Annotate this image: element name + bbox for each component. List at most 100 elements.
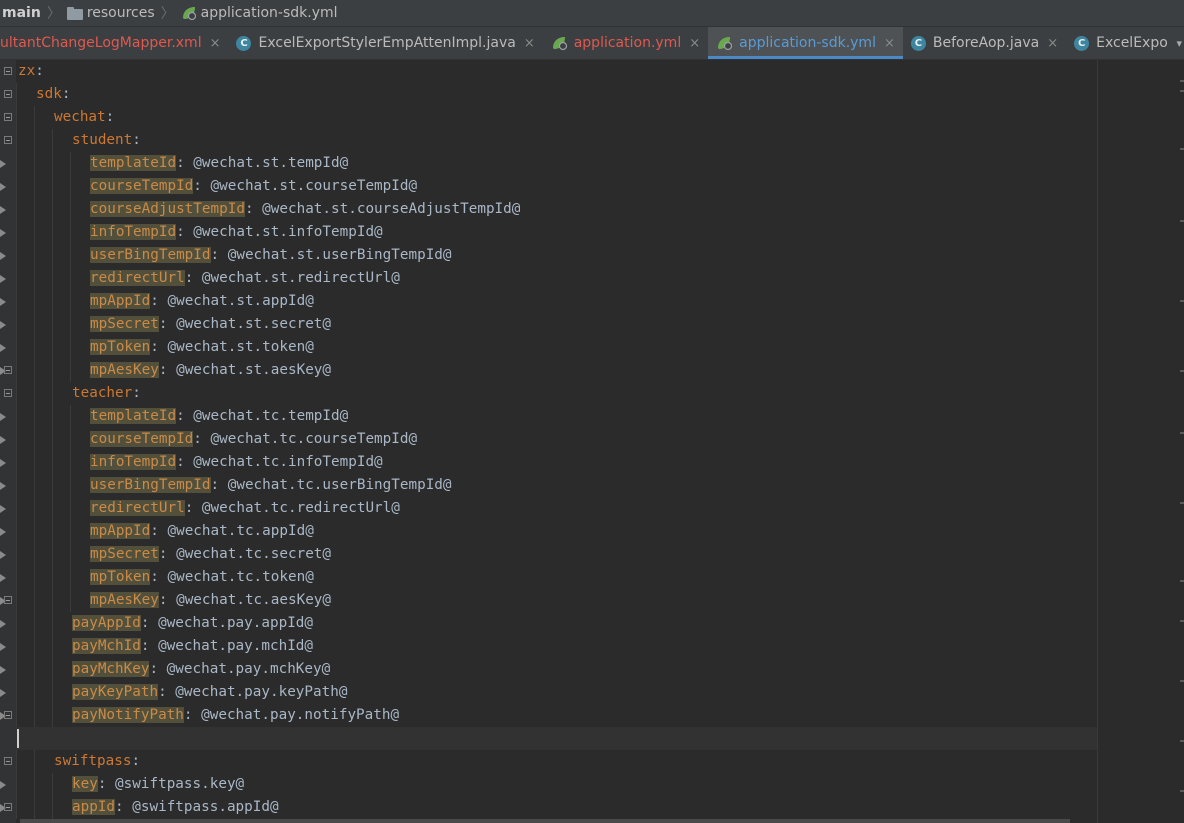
yaml-key: payMchId <box>72 638 141 654</box>
code-line[interactable]: templateId: @wechat.tc.tempId@ <box>0 405 1180 428</box>
tab-overflow-icon[interactable]: ▾ <box>1174 27 1182 59</box>
code-line[interactable]: mpAesKey: @wechat.st.aesKey@ <box>0 359 1180 382</box>
yaml-key: wechat <box>54 109 106 125</box>
code-line[interactable]: payMchId: @wechat.pay.mchId@ <box>0 635 1180 658</box>
yaml-value: @wechat.st.token@ <box>158 339 314 355</box>
code-line[interactable]: teacher: <box>0 382 1180 405</box>
spring-leaf-icon <box>718 37 733 51</box>
code-line[interactable]: payMchKey: @wechat.pay.mchKey@ <box>0 658 1180 681</box>
code-line[interactable]: mpAppId: @wechat.tc.appId@ <box>0 520 1180 543</box>
close-icon[interactable]: × <box>884 36 895 51</box>
yaml-value: @wechat.pay.mchId@ <box>149 638 314 654</box>
tab-0[interactable]: ultantChangeLogMapper.xml × <box>0 27 228 59</box>
scrollbar-marks[interactable] <box>1180 60 1184 823</box>
code-line[interactable] <box>0 727 1180 750</box>
tab-label: application-sdk.yml <box>739 35 876 51</box>
code-line[interactable]: mpAppId: @wechat.st.appId@ <box>0 290 1180 313</box>
yaml-key: mpSecret <box>90 546 159 562</box>
yaml-key: userBingTempId <box>90 247 211 263</box>
code-line[interactable]: templateId: @wechat.st.tempId@ <box>0 152 1180 175</box>
breadcrumb: main 〉 resources 〉 application-sdk.yml <box>0 0 1184 27</box>
scrollbar-mark <box>1180 80 1184 82</box>
yaml-key: mpAesKey <box>90 362 159 378</box>
yaml-key: mpSecret <box>90 316 159 332</box>
code-editor[interactable]: zx: sdk: wechat: student: templateId: @wecha… <box>0 60 1184 823</box>
code-line[interactable]: key: @swiftpass.key@ <box>0 773 1180 796</box>
code-line[interactable]: swiftpass: <box>0 750 1180 773</box>
tab-1[interactable]: C ExcelExportStylerEmpAttenImpl.java × <box>228 27 542 59</box>
code-line[interactable]: sdk: <box>0 83 1180 106</box>
breadcrumb-label-main: main <box>2 5 41 21</box>
class-icon: C <box>236 35 252 51</box>
code-line[interactable]: payKeyPath: @wechat.pay.keyPath@ <box>0 681 1180 704</box>
tab-label: ExcelExportStylerEmpAttenImpl.java <box>258 35 516 51</box>
tab-label: application.yml <box>573 35 682 51</box>
yaml-key: payMchKey <box>72 661 150 677</box>
chevron-right-icon: 〉 <box>160 6 175 22</box>
yaml-value: @wechat.st.userBingTempId@ <box>219 247 452 263</box>
yaml-value: @wechat.st.secret@ <box>167 316 332 332</box>
code-line[interactable]: userBingTempId: @wechat.st.userBingTempI… <box>0 244 1180 267</box>
yaml-value: @wechat.st.tempId@ <box>184 155 349 171</box>
breadcrumb-item-file[interactable]: application-sdk.yml <box>181 0 338 26</box>
close-icon[interactable]: × <box>1047 36 1058 51</box>
scrollbar-mark <box>1180 90 1184 92</box>
yaml-value: @wechat.st.redirectUrl@ <box>193 270 400 286</box>
code-line[interactable]: courseTempId: @wechat.tc.courseTempId@ <box>0 428 1180 451</box>
yaml-key: payKeyPath <box>72 684 159 700</box>
tab-label: ultantChangeLogMapper.xml <box>0 35 202 51</box>
code-line[interactable]: redirectUrl: @wechat.st.redirectUrl@ <box>0 267 1180 290</box>
yaml-key: mpToken <box>90 339 151 355</box>
yaml-key: appId <box>72 799 116 815</box>
code-line[interactable]: mpToken: @wechat.tc.token@ <box>0 566 1180 589</box>
horizontal-scrollbar[interactable] <box>20 819 1070 823</box>
code-line[interactable]: infoTempId: @wechat.st.infoTempId@ <box>0 221 1180 244</box>
yaml-value: @wechat.pay.keyPath@ <box>166 684 348 700</box>
yaml-key: zx <box>18 63 36 79</box>
yaml-key: student <box>72 132 133 148</box>
close-icon[interactable]: × <box>524 36 535 51</box>
yaml-value: @wechat.st.courseTempId@ <box>201 178 418 194</box>
code-line[interactable]: mpAesKey: @wechat.tc.aesKey@ <box>0 589 1180 612</box>
yaml-value: @wechat.tc.aesKey@ <box>167 592 332 608</box>
close-icon[interactable]: × <box>689 36 700 51</box>
code-line[interactable]: courseTempId: @wechat.st.courseTempId@ <box>0 175 1180 198</box>
code-line[interactable]: infoTempId: @wechat.tc.infoTempId@ <box>0 451 1180 474</box>
code-line[interactable]: mpSecret: @wechat.tc.secret@ <box>0 543 1180 566</box>
yaml-value: @wechat.st.infoTempId@ <box>184 224 383 240</box>
code-line[interactable]: payAppId: @wechat.pay.appId@ <box>0 612 1180 635</box>
scrollbar-mark <box>1180 148 1184 150</box>
scrollbar-mark <box>1180 300 1184 302</box>
yaml-key: courseTempId <box>90 431 194 447</box>
class-icon: C <box>910 35 926 51</box>
code-line[interactable]: userBingTempId: @wechat.tc.userBingTempI… <box>0 474 1180 497</box>
chevron-right-icon: 〉 <box>46 6 61 22</box>
yaml-key: key <box>72 776 98 792</box>
yaml-key: payNotifyPath <box>72 707 184 723</box>
tab-2[interactable]: application.yml × <box>543 27 708 59</box>
yaml-value: @wechat.tc.infoTempId@ <box>184 454 383 470</box>
scrollbar-mark <box>1180 680 1184 682</box>
yaml-value: @wechat.tc.token@ <box>158 569 314 585</box>
code-line[interactable]: appId: @swiftpass.appId@ <box>0 796 1180 819</box>
code-line[interactable]: student: <box>0 129 1180 152</box>
text-caret <box>17 729 19 748</box>
code-line[interactable]: wechat: <box>0 106 1180 129</box>
breadcrumb-item-main[interactable]: main <box>0 0 41 26</box>
yaml-key: mpAppId <box>90 293 151 309</box>
tab-3[interactable]: application-sdk.yml × <box>708 27 903 59</box>
code-line[interactable]: mpSecret: @wechat.st.secret@ <box>0 313 1180 336</box>
tab-5[interactable]: C ExcelExpo <box>1066 27 1176 59</box>
code-line[interactable]: zx: <box>0 60 1180 83</box>
code-line[interactable]: courseAdjustTempId: @wechat.st.courseAdj… <box>0 198 1180 221</box>
scrollbar-mark <box>1180 220 1184 222</box>
code-line[interactable]: payNotifyPath: @wechat.pay.notifyPath@ <box>0 704 1180 727</box>
close-icon[interactable]: × <box>210 36 221 51</box>
breadcrumb-item-resources[interactable]: resources <box>66 0 155 26</box>
tab-4[interactable]: C BeforeAop.java × <box>903 27 1066 59</box>
yaml-key: mpAesKey <box>90 592 159 608</box>
yaml-value: @wechat.tc.redirectUrl@ <box>193 500 400 516</box>
scrollbar-mark <box>1180 502 1184 504</box>
code-line[interactable]: mpToken: @wechat.st.token@ <box>0 336 1180 359</box>
code-line[interactable]: redirectUrl: @wechat.tc.redirectUrl@ <box>0 497 1180 520</box>
